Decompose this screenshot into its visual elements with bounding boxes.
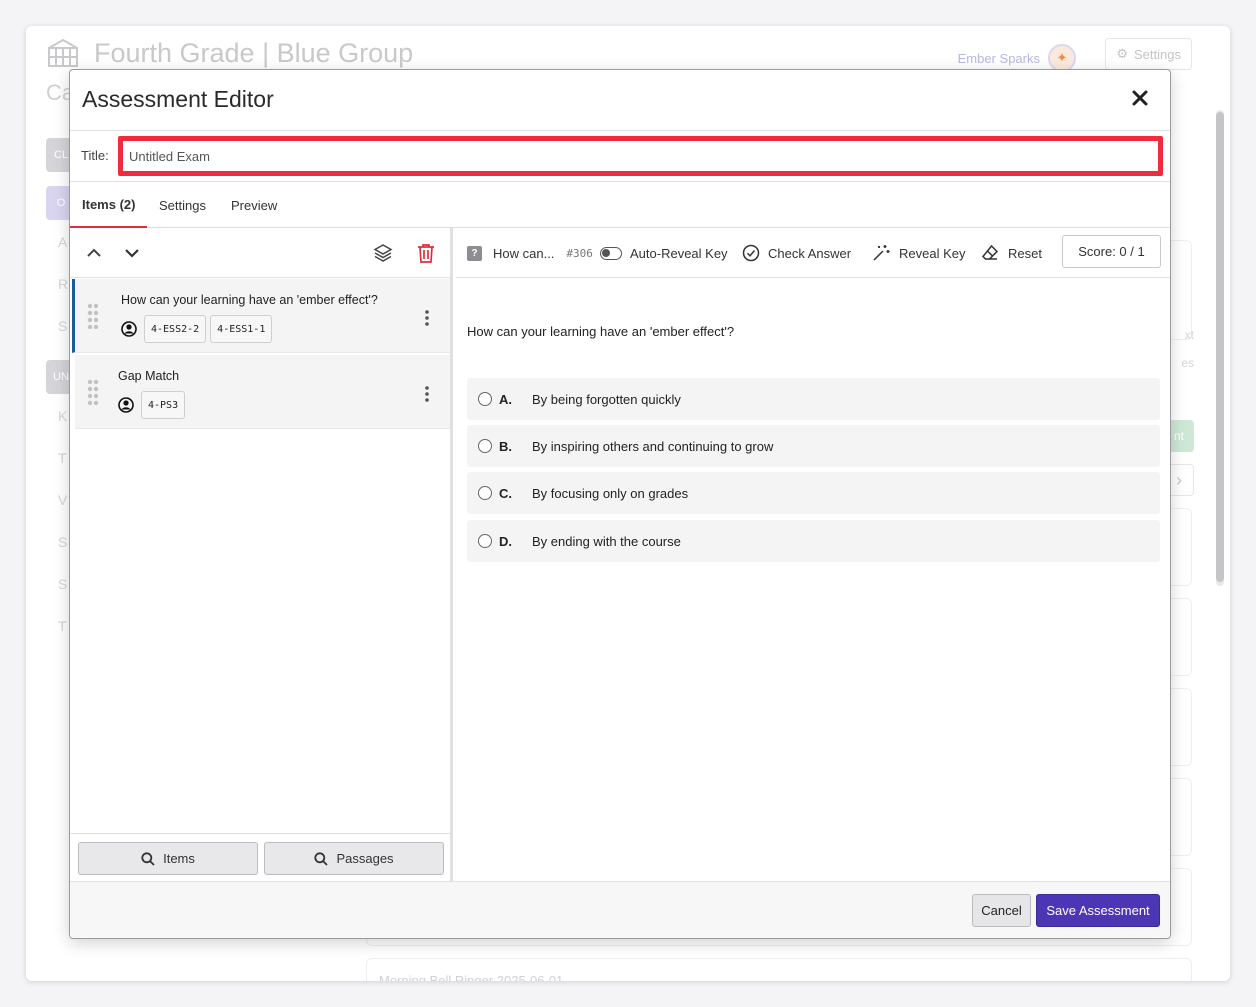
auto-reveal-toggle[interactable]: Auto-Reveal Key <box>600 228 728 278</box>
save-assessment-button[interactable]: Save Assessment <box>1036 894 1160 927</box>
layers-button[interactable] <box>371 241 395 265</box>
gear-icon: ⚙ <box>1116 46 1129 61</box>
move-up-button[interactable] <box>82 241 106 265</box>
choice-letter: C. <box>499 485 512 501</box>
layers-icon <box>373 244 393 262</box>
item-tags: 4-PS3 <box>118 391 186 419</box>
toggle-icon[interactable] <box>600 246 622 260</box>
tab-items[interactable]: Items (2) <box>70 182 148 228</box>
question-short-title: How can... <box>493 245 555 261</box>
delete-button[interactable] <box>414 241 438 265</box>
class-header: Fourth Grade | Blue Group <box>46 36 413 70</box>
reveal-key-button[interactable]: Reveal Key <box>872 228 965 278</box>
choice-letter: A. <box>499 391 512 407</box>
user-name: Ember Sparks <box>957 50 1040 66</box>
items-toolbar <box>70 228 450 278</box>
choice-text: By being forgotten quickly <box>532 391 681 407</box>
answer-choice[interactable]: A. By being forgotten quickly <box>467 378 1160 420</box>
choice-text: By ending with the course <box>532 533 681 549</box>
item-tags: 4-ESS2-2 4-ESS1-1 <box>121 315 273 343</box>
user-menu[interactable]: Ember Sparks ✦ <box>958 44 1076 72</box>
class-title: Fourth Grade | Blue Group <box>94 37 414 68</box>
chevron-down-icon <box>125 249 139 258</box>
items-pane: How can your learning have an 'ember eff… <box>70 228 453 883</box>
tab-preview[interactable]: Preview <box>219 182 289 228</box>
background-fragment: es <box>1181 356 1194 370</box>
settings-button[interactable]: ⚙ Settings <box>1105 38 1192 70</box>
drag-handle-icon[interactable] <box>87 303 99 329</box>
choice-text: By inspiring others and continuing to gr… <box>532 438 774 454</box>
question-id: #306 <box>566 246 593 260</box>
check-circle-icon <box>742 244 760 262</box>
search-passages-button[interactable]: Passages <box>264 842 444 875</box>
question-info: ? How can... #306 <box>467 228 593 278</box>
background-fragment: xt <box>1184 328 1194 342</box>
more-options-icon[interactable] <box>424 309 430 327</box>
reveal-key-label: Reveal Key <box>899 245 966 261</box>
tab-bar: Items (2) Settings Preview <box>70 182 1170 228</box>
choice-letter: D. <box>499 533 512 549</box>
settings-label: Settings <box>1134 46 1181 62</box>
preview-pane: ? How can... #306 Auto-Reveal Key Check … <box>456 228 1170 883</box>
answer-choice[interactable]: D. By ending with the course <box>467 520 1160 562</box>
background-card-title: Morning Bell Ringer 2025-06-01 <box>379 973 564 981</box>
close-icon <box>1132 90 1148 106</box>
radio-button[interactable] <box>478 439 492 453</box>
title-row: Title: <box>70 131 1170 182</box>
list-item[interactable]: How can your learning have an 'ember eff… <box>72 279 450 353</box>
person-icon <box>118 397 134 413</box>
standard-tag: 4-PS3 <box>141 391 186 419</box>
magic-wand-icon <box>873 245 890 261</box>
drag-handle-icon[interactable] <box>87 379 99 405</box>
person-icon <box>121 321 137 337</box>
cancel-button[interactable]: Cancel <box>972 894 1031 927</box>
choice-text: By focusing only on grades <box>532 485 689 501</box>
search-icon <box>141 851 155 866</box>
close-button[interactable] <box>1128 86 1152 110</box>
item-title: Gap Match <box>118 369 180 383</box>
reset-label: Reset <box>1008 245 1042 261</box>
choice-letter: B. <box>499 438 512 454</box>
scrollbar-thumb[interactable] <box>1216 112 1224 582</box>
question-type-icon: ? <box>467 245 482 261</box>
standard-tag: 4-ESS1-1 <box>210 315 273 343</box>
item-title: How can your learning have an 'ember eff… <box>121 293 378 307</box>
standard-tag: 4-ESS2-2 <box>144 315 207 343</box>
search-items-button[interactable]: Items <box>78 842 258 875</box>
background-card: Morning Bell Ringer 2025-06-01 <box>366 958 1192 981</box>
question-prompt: How can your learning have an 'ember eff… <box>467 324 735 339</box>
reset-button[interactable]: Reset <box>981 228 1042 278</box>
title-label: Title: <box>81 148 109 163</box>
answer-choice[interactable]: B. By inspiring others and continuing to… <box>467 425 1160 467</box>
check-answer-button[interactable]: Check Answer <box>742 228 851 278</box>
items-footer: Items Passages <box>70 833 453 883</box>
eraser-icon <box>981 244 999 260</box>
check-answer-label: Check Answer <box>768 245 852 261</box>
avatar: ✦ <box>1048 44 1076 72</box>
more-options-icon[interactable] <box>424 385 430 403</box>
radio-button[interactable] <box>478 486 492 500</box>
answer-choice[interactable]: C. By focusing only on grades <box>467 472 1160 514</box>
trash-icon <box>418 244 434 263</box>
modal-title: Assessment Editor <box>82 86 274 112</box>
assessment-editor-modal: Assessment Editor Title: Items (2) Setti… <box>69 69 1171 939</box>
modal-footer: Cancel Save Assessment <box>70 881 1170 938</box>
radio-button[interactable] <box>478 534 492 548</box>
radio-button[interactable] <box>478 392 492 406</box>
score-display: Score: 0 / 1 <box>1062 235 1161 268</box>
preview-toolbar: ? How can... #306 Auto-Reveal Key Check … <box>456 228 1170 278</box>
search-icon <box>314 851 329 866</box>
search-passages-label: Passages <box>336 851 394 866</box>
tab-settings[interactable]: Settings <box>147 182 218 228</box>
classroom-icon <box>48 38 78 67</box>
list-item[interactable]: Gap Match 4-PS3 <box>75 355 450 429</box>
search-items-label: Items <box>163 851 195 866</box>
chevron-up-icon <box>87 248 101 257</box>
auto-reveal-label: Auto-Reveal Key <box>630 245 728 261</box>
move-down-button[interactable] <box>120 241 144 265</box>
modal-header: Assessment Editor <box>70 70 1170 131</box>
title-input[interactable] <box>118 136 1163 176</box>
